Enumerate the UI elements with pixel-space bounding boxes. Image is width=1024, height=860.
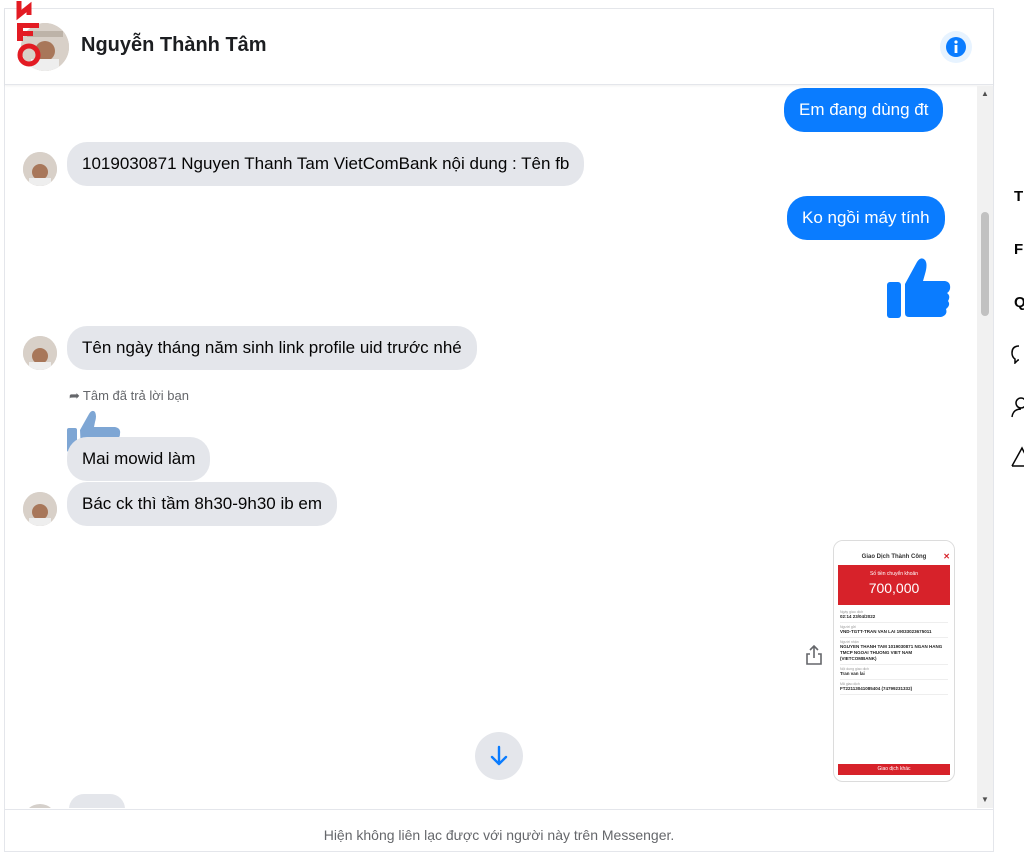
receipt-title: Giao Dịch Thành Công ✕ [834,549,954,565]
message-outgoing[interactable]: Em đang dùng đt [784,88,944,132]
conversation-panel: Nguyễn Thành Tâm Em đang dùng đt 1019030… [4,1,994,852]
sender-avatar[interactable] [23,152,57,186]
receipt-field-value: Tran van lai [840,671,865,676]
receipt-field-value: NGUYEN THANH TAM 1019030871 NGAN HANG TM… [840,644,943,661]
receipt-amount-box: Số tiền chuyển khoản 700,000 [838,565,950,605]
reply-note-text: Tâm đã trả lời bạn [82,388,189,403]
scroll-up-arrow-icon[interactable]: ▲ [977,86,993,102]
receipt-field: Ngày giao dịch 02:14 23/04/2022 [840,608,948,623]
sender-avatar[interactable] [23,336,57,370]
avatar-photo [23,336,57,370]
scrollbar-thumb[interactable] [981,212,989,316]
conversation-details-panel: T F Q [996,0,1024,852]
sender-avatar [23,804,57,808]
thumbs-up-icon[interactable] [885,254,953,322]
details-item[interactable]: T [1014,188,1023,205]
share-icon[interactable] [805,644,823,666]
person-icon[interactable] [1011,396,1024,418]
receipt-field-value: VND-TGTT-TRAN VAN LAI 19033023675011 [840,629,932,634]
messenger-icon[interactable] [1011,344,1024,364]
message-outgoing[interactable]: Ko ngồi máy tính [787,196,945,240]
receipt-amount: 700,000 [868,580,920,596]
receipt-field: Người gửi VND-TGTT-TRAN VAN LAI 19033023… [840,623,948,638]
receipt-field-value: 02:14 23/04/2022 [840,614,876,619]
details-item[interactable]: F [1014,241,1023,258]
message-incoming[interactable]: Tên ngày tháng năm sinh link profile uid… [67,326,477,370]
avatar-photo [23,492,57,526]
conversation-header: Nguyễn Thành Tâm [5,1,993,85]
scrollbar[interactable]: ▲ ▼ [977,86,993,808]
message-incoming[interactable]: Bác ck thì tầm 8h30-9h30 ib em [67,482,338,526]
receipt-field: Người nhận NGUYEN THANH TAM 1019030871 N… [840,638,948,665]
receipt-other-transaction-button: Giao dịch khác [838,764,950,775]
contact-name[interactable]: Nguyễn Thành Tâm [81,34,267,57]
receipt-image[interactable]: Giao Dịch Thành Công ✕ Số tiền chuyển kh… [833,540,955,782]
info-icon[interactable] [940,31,972,63]
receipt-status-bar [834,541,954,549]
message-incoming[interactable]: 1019030871 Nguyen Thanh Tam VietComBank … [67,142,585,186]
avatar-photo [23,152,57,186]
details-item[interactable]: Q [1014,294,1024,311]
reply-indicator: ➦ Tâm đã trả lời bạn [69,388,189,404]
contact-avatar[interactable] [21,23,69,71]
message-incoming[interactable]: Mai mowid làm [67,437,211,481]
receipt-title-text: Giao Dịch Thành Công [861,554,927,560]
scroll-down-arrow-icon[interactable]: ▼ [977,792,993,808]
warning-icon[interactable] [1011,446,1024,468]
receipt-amount-label: Số tiền chuyển khoản [869,571,919,577]
receipt-field-value: FT22113041085404 (74799231332) [840,686,913,691]
message-list: Em đang dùng đt 1019030871 Nguyen Thanh … [5,86,977,808]
arrow-down-icon [490,745,508,766]
receipt-details: Ngày giao dịch 02:14 23/04/2022 Người gử… [834,605,954,698]
close-icon: ✕ [943,552,950,561]
reply-arrow-icon: ➦ [69,388,80,403]
message-incoming-partial [69,794,125,808]
receipt-field: Nội dung giao dịch Tran van lai [840,665,948,680]
unavailable-notice: Hiện không liên lạc được với người này t… [5,809,993,851]
info-glyph [946,37,966,57]
scroll-to-bottom-button[interactable] [475,732,523,780]
avatar-photo [21,23,69,71]
sender-avatar[interactable] [23,492,57,526]
receipt-field: Mã giao dịch FT22113041085404 (747992313… [840,680,948,695]
